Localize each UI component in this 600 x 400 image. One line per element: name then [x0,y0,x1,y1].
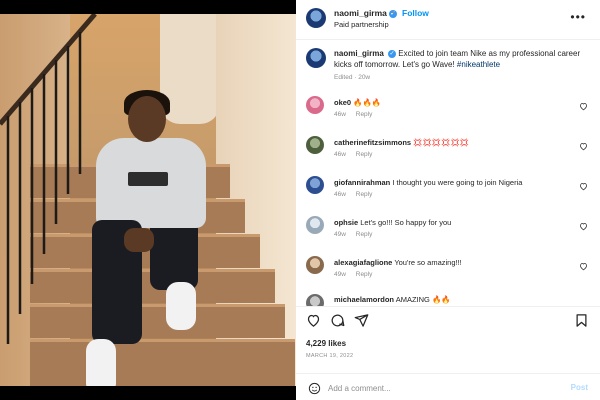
comment-item: giofannirahman I thought you were going … [306,176,590,214]
likes-count[interactable]: 4,229 likes [306,339,346,348]
emoji-smiley-icon[interactable] [308,382,321,395]
comment-body: AMAZING 🔥🔥 [395,295,451,304]
reply-button[interactable]: Reply [356,151,373,158]
add-comment-row: Post [296,373,600,400]
reply-button[interactable]: Reply [356,111,373,118]
post-actions-bar: 4,229 likes MARCH 19, 2022 Post [296,306,600,400]
commenter-avatar[interactable] [306,136,324,154]
instagram-post-view: naomi_girma ✓ • Follow Paid partnership •… [0,0,600,400]
comment-item: alexagiafaglione You're so amazing!!! 49… [306,256,590,294]
post-photo [0,14,296,386]
paid-partnership-label[interactable]: Paid partnership [334,20,389,29]
reply-button[interactable]: Reply [356,271,373,278]
caption-username[interactable]: naomi_girma [334,49,384,58]
caption-hashtag-link[interactable]: #nikeathlete [457,60,500,69]
author-avatar[interactable] [306,8,326,28]
more-options-icon[interactable]: ••• [570,10,586,24]
save-bookmark-icon[interactable] [574,313,589,328]
commenter-username[interactable]: catherinefitzsimmons [334,138,411,147]
comment-bubble-icon[interactable] [330,313,345,328]
commenter-avatar[interactable] [306,256,324,274]
comment-text: catherinefitzsimmons 💢💢💢💢💢💢 [334,138,469,147]
comment-body: 💢💢💢💢💢💢 [413,138,470,147]
comment-age: 46w [334,151,346,158]
comment-age: 46w [334,111,346,118]
comment-item: catherinefitzsimmons 💢💢💢💢💢💢 46w Reply [306,136,590,174]
like-comment-heart-icon[interactable] [579,102,588,111]
post-comment-button[interactable]: Post [571,383,588,392]
commenter-username[interactable]: alexagiafaglione [334,258,392,267]
like-comment-heart-icon[interactable] [579,262,588,271]
author-username[interactable]: naomi_girma ✓ [334,8,397,18]
like-comment-heart-icon[interactable] [579,182,588,191]
post-side-panel: naomi_girma ✓ • Follow Paid partnership •… [296,0,600,400]
photo-logo [128,172,168,186]
like-heart-icon[interactable] [306,313,321,328]
commenter-username[interactable]: michaelamordon [334,295,394,304]
comment-body: 🔥🔥🔥 [353,98,382,107]
add-comment-input[interactable] [328,380,548,396]
commenter-username[interactable]: ophsie [334,218,358,227]
comment-body: Let's go!!! So happy for you [360,218,452,227]
commenter-avatar[interactable] [306,294,324,306]
commenter-username[interactable]: oke0 [334,98,351,107]
comment-text: giofannirahman I thought you were going … [334,178,522,187]
photo-subject-shoe [166,282,196,330]
reply-button[interactable]: Reply [356,191,373,198]
caption-avatar[interactable] [306,48,326,68]
comment-text: ophsie Let's go!!! So happy for you [334,218,451,227]
verified-icon: ✓ [388,49,397,58]
comment-meta: 46w Reply [334,151,380,158]
comment-meta: 46w Reply [334,111,380,118]
comment-meta: 49w Reply [334,271,380,278]
comment-item: ophsie Let's go!!! So happy for you 49w … [306,216,590,254]
comment-age: 46w [334,191,346,198]
separator-dot: • [392,8,395,17]
photo-subject-shoe [86,339,116,386]
comment-text: alexagiafaglione You're so amazing!!! [334,258,462,267]
comment-item: oke0 🔥🔥🔥 46w Reply [306,96,590,134]
commenter-avatar[interactable] [306,176,324,194]
comment-item: michaelamordon AMAZING 🔥🔥 [306,294,590,306]
comment-body: I thought you were going to join Nigeria [392,178,523,187]
comment-meta: 46w Reply [334,191,380,198]
follow-button[interactable]: Follow [402,8,429,18]
photo-subject-hands [124,228,154,252]
reply-button[interactable]: Reply [356,231,373,238]
commenter-username[interactable]: giofannirahman [334,178,390,187]
comment-age: 49w [334,231,346,238]
commenter-avatar[interactable] [306,96,324,114]
comment-age: 49w [334,271,346,278]
post-date: MARCH 19, 2022 [306,353,354,359]
comment-text: michaelamordon AMAZING 🔥🔥 [334,295,451,304]
like-comment-heart-icon[interactable] [579,222,588,231]
caption-text: naomi_girma ✓ Excited to join team Nike … [334,48,584,70]
photo-subject-face [128,96,166,142]
caption-meta: Edited · 20w [334,74,371,81]
comment-body: You're so amazing!!! [394,258,462,267]
comment-meta: 49w Reply [334,231,380,238]
share-paper-plane-icon[interactable] [354,313,369,328]
like-comment-heart-icon[interactable] [579,142,588,151]
commenter-avatar[interactable] [306,216,324,234]
post-header: naomi_girma ✓ • Follow Paid partnership •… [296,0,600,40]
comment-text: oke0 🔥🔥🔥 [334,98,381,107]
